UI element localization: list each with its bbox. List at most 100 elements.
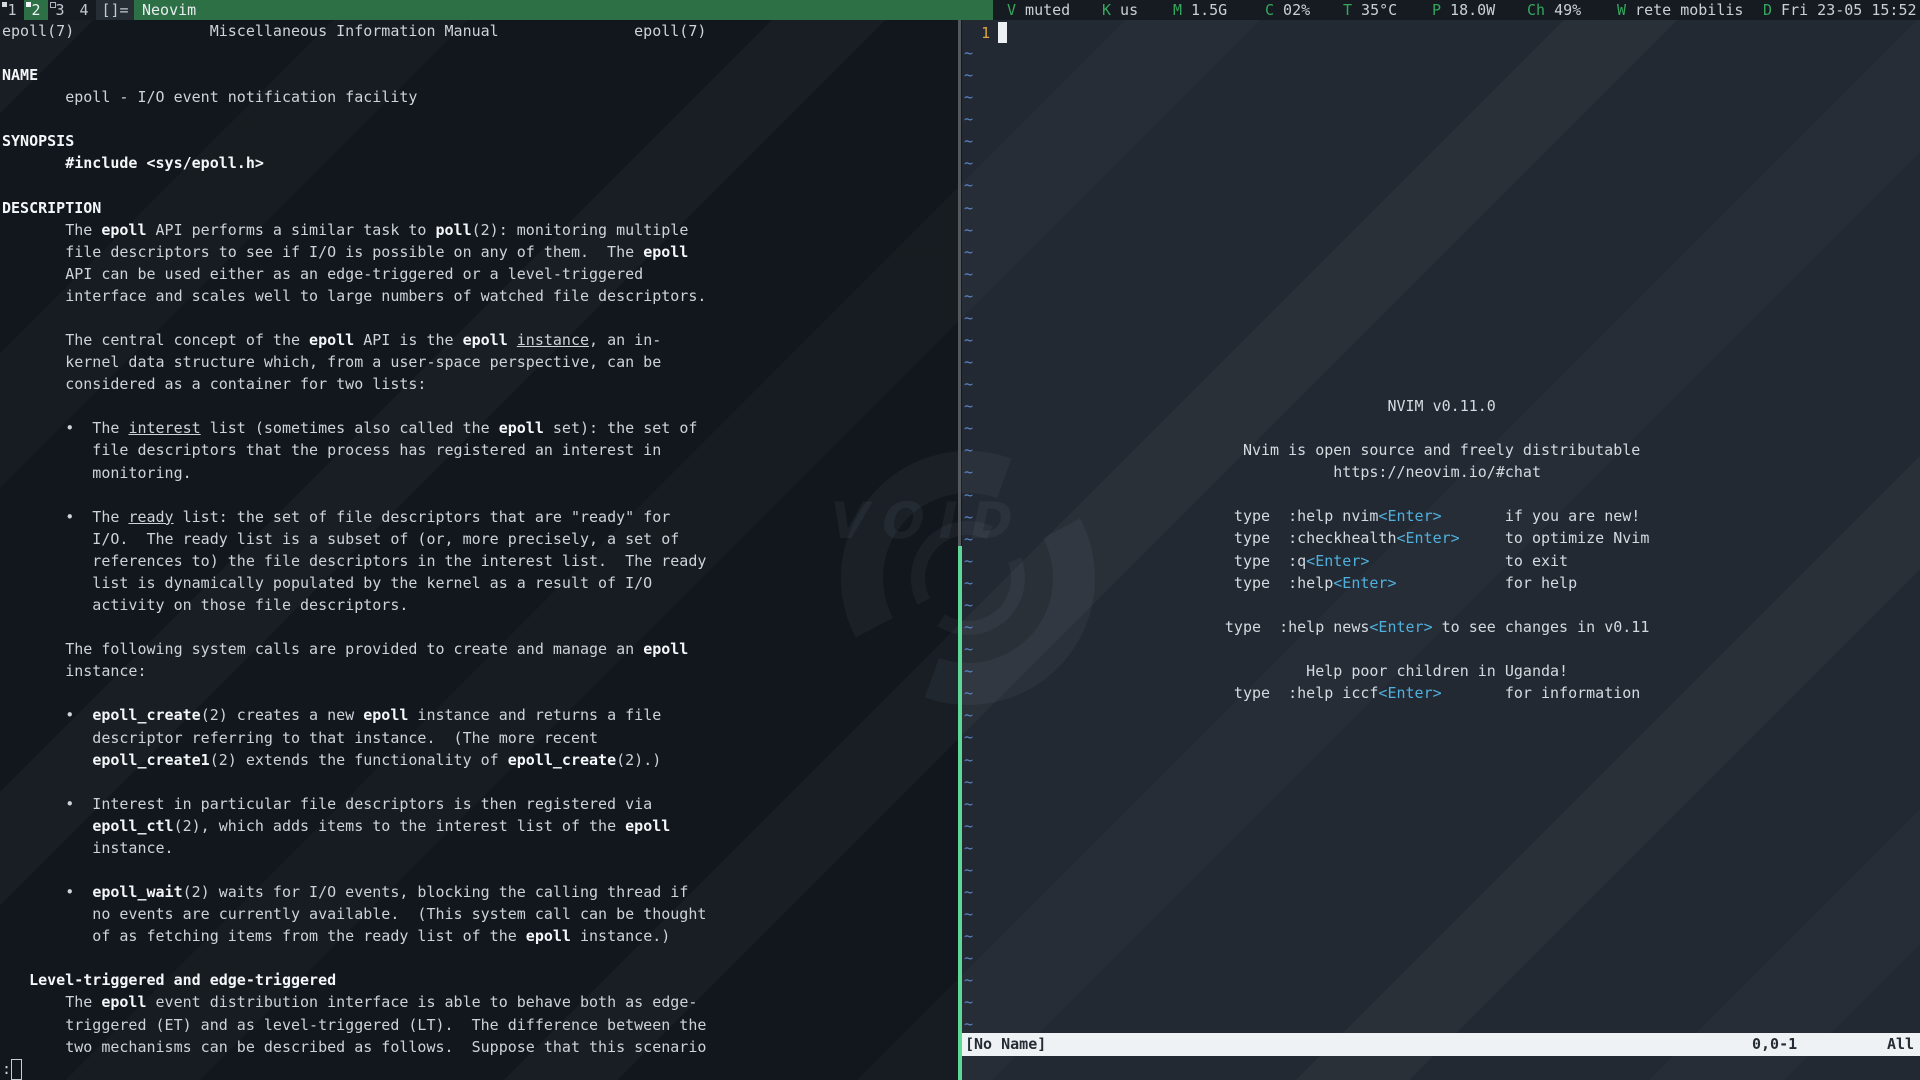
man-line [2,395,706,417]
nvim-tilde: ~ [964,947,973,969]
nvim-tilde: ~ [964,329,973,351]
man-line: monitoring. [2,462,706,484]
nvim-tilde: ~ [964,307,973,329]
man-line [2,42,706,64]
nvim-tilde: ~ [964,793,973,815]
nvim-intro-line: type :help<Enter> for help [963,572,1649,594]
nvim-tilde: ~ [964,837,973,859]
nvim-tilde: ~ [964,152,973,174]
nvim-intro-line: Nvim is open source and freely distribut… [963,439,1649,461]
man-line [2,307,706,329]
layout-symbol[interactable]: []= [96,0,134,20]
man-line: The epoll API performs a similar task to… [2,219,706,241]
man-line: kernel data structure which, from a user… [2,351,706,373]
tag-label: 3 [55,1,64,19]
nvim-cursor [998,22,1007,43]
status-item-M: M 1.5G [1173,0,1227,20]
nvim-tilde: ~ [964,197,973,219]
nvim-tilde: ~ [964,749,973,771]
nvim-tilde: ~ [964,373,973,395]
man-line: epoll - I/O event notification facility [2,86,706,108]
man-line [2,859,706,881]
tag-2[interactable]: 2 [24,0,48,20]
man-line: SYNOPSIS [2,130,706,152]
man-line: epoll(7) Miscellaneous Information Manua… [2,20,706,42]
nvim-intro-line: type :help iccf<Enter> for information [963,682,1649,704]
man-line: epoll_ctl(2), which adds items to the in… [2,815,706,837]
status-item-Ch: Ch 49% [1527,0,1581,20]
man-line: activity on those file descriptors. [2,594,706,616]
top-bar: 1234 []= Neovim V mutedK usM 1.5GC 02%T … [0,0,1920,20]
status-item-W: W rete mobilis [1617,0,1743,20]
nvim-tilde: ~ [964,881,973,903]
nvim-tilde: ~ [964,903,973,925]
nvim-intro-message: NVIM v0.11.0 Nvim is open source and fre… [963,395,1649,704]
man-line: triggered (ET) and as level-triggered (L… [2,1014,706,1036]
nvim-intro-line: type :help news<Enter> to see changes in… [963,616,1649,638]
nvim-tilde: ~ [964,704,973,726]
tag-indicator [26,2,31,7]
nvim-tilde: ~ [964,925,973,947]
man-line: The following system calls are provided … [2,638,706,660]
man-line: descriptor referring to that instance. (… [2,727,706,749]
man-line: instance: [2,660,706,682]
tag-4[interactable]: 4 [72,0,96,20]
status-item-C: C 02% [1265,0,1310,20]
nvim-tilde: ~ [964,351,973,373]
man-line [2,947,706,969]
window-border-focused[interactable] [958,546,962,1080]
man-line: • epoll_wait(2) waits for I/O events, bl… [2,881,706,903]
tag-3[interactable]: 3 [48,0,72,20]
man-page-text: epoll(7) Miscellaneous Information Manua… [2,20,706,1058]
nvim-intro-line [963,638,1649,660]
man-line: file descriptors that the process has re… [2,439,706,461]
status-item-T: T 35°C [1343,0,1397,20]
man-line: • epoll_create(2) creates a new epoll in… [2,704,706,726]
man-line: file descriptors to see if I/O is possib… [2,241,706,263]
man-line [2,484,706,506]
man-line: The epoll event distribution interface i… [2,991,706,1013]
nvim-tilde: ~ [964,241,973,263]
nvim-tilde: ~ [964,969,973,991]
nvim-tilde: ~ [964,108,973,130]
tag-label: 1 [7,1,16,19]
man-line: DESCRIPTION [2,197,706,219]
status-item-D: D Fri 23-05 15:52 [1763,0,1917,20]
nvim-intro-line: Help poor children in Uganda! [963,660,1649,682]
nvim-intro-line: type :help nvim<Enter> if you are new! [963,505,1649,527]
nvim-statusline: [No Name] 0,0-1 All [962,1033,1920,1056]
pager-prompt: : [2,1058,11,1080]
man-line: interface and scales well to large numbe… [2,285,706,307]
man-line: • The ready list: the set of file descri… [2,506,706,528]
man-line: of as fetching items from the ready list… [2,925,706,947]
nvim-tilde: ~ [964,219,973,241]
man-line: Level-triggered and edge-triggered [2,969,706,991]
man-line [2,108,706,130]
man-line: epoll_create1(2) extends the functionali… [2,749,706,771]
man-line: instance. [2,837,706,859]
tag-1[interactable]: 1 [0,0,24,20]
window-border-unfocused[interactable] [958,20,961,546]
man-line: I/O. The ready list is a subset of (or, … [2,528,706,550]
status-item-V: V muted [1007,0,1070,20]
nvim-tilde: ~ [964,991,973,1013]
man-line: • The interest list (sometimes also call… [2,417,706,439]
focused-window-title[interactable]: Neovim [134,0,993,20]
nvim-intro-line: https://neovim.io/#chat [963,461,1649,483]
nvim-line-number: 1 [963,22,990,44]
man-line: API can be used either as an edge-trigge… [2,263,706,285]
terminal-cursor [11,1059,22,1080]
man-line: no events are currently available. (This… [2,903,706,925]
man-line [2,771,706,793]
nvim-intro-line [963,417,1649,439]
tag-indicator [2,2,7,7]
man-line: NAME [2,64,706,86]
nvim-tilde: ~ [964,174,973,196]
nvim-intro-line [963,594,1649,616]
nvim-tilde: ~ [964,771,973,793]
nvim-tilde: ~ [964,86,973,108]
nvim-intro-line: NVIM v0.11.0 [963,395,1649,417]
nvim-tilde: ~ [964,859,973,881]
nvim-intro-line: type :q<Enter> to exit [963,550,1649,572]
nvim-tilde: ~ [964,726,973,748]
